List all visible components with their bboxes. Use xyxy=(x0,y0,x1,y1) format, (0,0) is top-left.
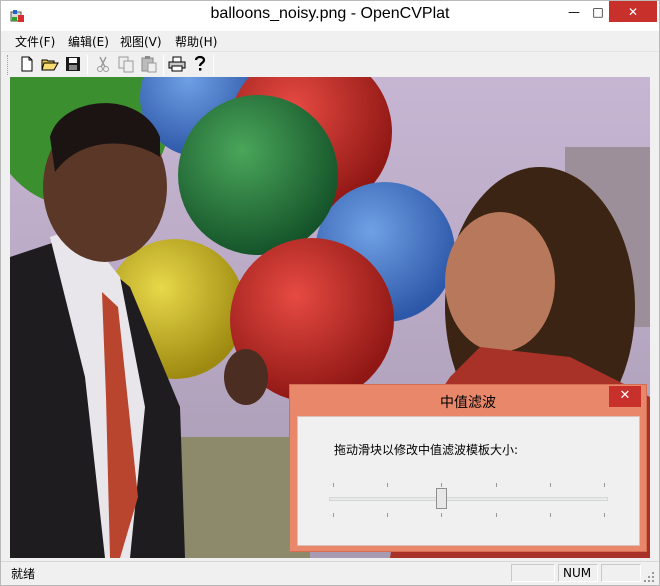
cut-icon[interactable] xyxy=(94,55,112,73)
status-num: NUM xyxy=(558,564,598,582)
menu-file[interactable]: 文件(F) xyxy=(15,33,55,50)
slider-tick xyxy=(495,483,497,487)
slider-tick xyxy=(387,513,389,517)
status-text: 就绪 xyxy=(11,567,36,581)
slider-label: 拖动滑块以修改中值滤波模板大小: xyxy=(334,443,519,457)
title-bar[interactable]: balloons_noisy.png - OpenCVPlat — □ ✕ xyxy=(1,1,659,31)
slider-tick xyxy=(549,483,551,487)
slider-tick xyxy=(441,483,443,487)
close-button[interactable]: ✕ xyxy=(609,1,657,22)
toolbar-grip[interactable] xyxy=(7,55,10,75)
slider-tick xyxy=(604,513,605,517)
median-filter-dialog: 中值滤波 ✕ 拖动滑块以修改中值滤波模板大小: xyxy=(289,384,647,552)
status-bar: 就绪 NUM xyxy=(1,561,659,585)
resize-grip-icon[interactable] xyxy=(643,571,655,583)
dialog-close-button[interactable]: ✕ xyxy=(609,386,641,407)
slider-tick xyxy=(441,513,443,517)
toolbar-separator xyxy=(163,55,164,75)
toolbar xyxy=(1,51,659,77)
menu-help[interactable]: 帮助(H) xyxy=(175,33,217,50)
menu-view[interactable]: 视图(V) xyxy=(120,33,162,50)
slider-tick xyxy=(387,483,389,487)
new-file-icon[interactable] xyxy=(18,55,36,73)
copy-icon[interactable] xyxy=(117,55,135,73)
man-hand xyxy=(224,349,268,405)
slider-tick xyxy=(333,513,334,517)
slider-track[interactable] xyxy=(329,497,608,501)
slider-tick xyxy=(495,513,497,517)
dialog-body: 拖动滑块以修改中值滤波模板大小: xyxy=(297,416,640,546)
woman-face xyxy=(445,212,555,352)
toolbar-separator xyxy=(213,55,214,75)
open-folder-icon[interactable] xyxy=(41,55,59,73)
balloon-green-center xyxy=(178,95,338,255)
status-scrl xyxy=(601,564,641,582)
menu-bar: 文件(F) 编辑(E) 视图(V) 帮助(H) xyxy=(1,31,659,51)
help-icon[interactable] xyxy=(191,55,209,73)
toolbar-separator xyxy=(87,55,88,75)
paste-icon[interactable] xyxy=(140,55,158,73)
status-caps xyxy=(511,564,555,582)
menu-edit[interactable]: 编辑(E) xyxy=(68,33,109,50)
slider-tick xyxy=(333,483,334,487)
save-icon[interactable] xyxy=(64,55,82,73)
slider-tick xyxy=(549,513,551,517)
dialog-title[interactable]: 中值滤波 xyxy=(290,392,646,412)
slider-thumb[interactable] xyxy=(436,488,448,509)
print-icon[interactable] xyxy=(168,55,186,73)
slider-tick xyxy=(604,483,605,487)
